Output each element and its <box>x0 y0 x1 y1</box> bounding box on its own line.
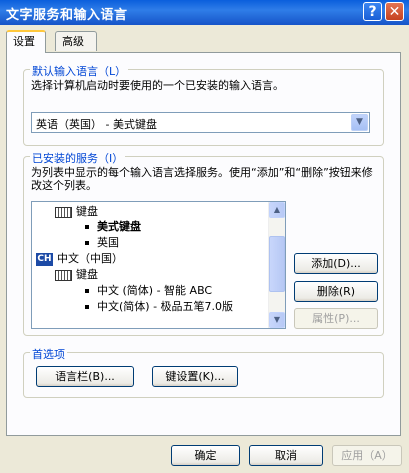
tree-language-chinese[interactable]: CH 中文（中国） <box>36 252 123 266</box>
help-button[interactable]: ? <box>363 2 382 21</box>
default-language-description: 选择计算机启动时要使用的一个已安装的输入语言。 <box>31 79 284 92</box>
keyboard-icon <box>55 269 72 281</box>
default-language-group: 默认输入语言（L） 选择计算机启动时要使用的一个已安装的输入语言。 英语（英国）… <box>23 63 384 146</box>
default-language-title: 默认输入语言（L） <box>30 63 129 79</box>
tree-item-us-keyboard[interactable]: 美式键盘 <box>85 220 141 234</box>
tree-category-keyboard-cn[interactable]: 键盘 <box>55 268 98 282</box>
installed-services-group: 已安装的服务（I） 为列表中显示的每个输入语言选择服务。使用“添加”和“删除”按… <box>23 150 384 336</box>
services-tree[interactable]: 键盘 美式键盘 英国 CH 中文（中国） 键盘 中文 (简体) - 智能 ABC … <box>31 201 286 329</box>
tab-advanced[interactable]: 高级 <box>55 31 97 51</box>
tree-item-uk[interactable]: 英国 <box>85 236 119 250</box>
bullet-icon <box>85 289 89 293</box>
close-button[interactable]: ✕ <box>385 2 404 21</box>
scroll-thumb[interactable] <box>269 236 285 292</box>
bullet-icon <box>85 241 89 245</box>
tab-settings[interactable]: 设置 <box>6 30 46 53</box>
preferences-group: 首选项 语言栏(B)... 键设置(K)... <box>23 346 384 398</box>
scroll-up-icon[interactable]: ▲ <box>269 202 285 218</box>
installed-services-description: 为列表中显示的每个输入语言选择服务。使用“添加”和“删除”按钮来修改这个列表。 <box>31 166 373 192</box>
settings-panel: 默认输入语言（L） 选择计算机启动时要使用的一个已安装的输入语言。 英语（英国）… <box>6 52 401 436</box>
installed-services-title: 已安装的服务（I） <box>30 150 126 166</box>
tree-item-abc[interactable]: 中文 (简体) - 智能 ABC <box>85 284 212 298</box>
properties-button[interactable]: 属性(P)... <box>294 308 378 329</box>
scroll-down-icon[interactable]: ▼ <box>269 312 285 328</box>
remove-button[interactable]: 删除(R) <box>294 281 378 302</box>
add-button[interactable]: 添加(D)... <box>294 253 378 274</box>
default-language-select[interactable]: 英语（英国） - 美式键盘 ▼ <box>31 112 370 133</box>
tree-category-keyboard[interactable]: 键盘 <box>55 205 98 219</box>
apply-button[interactable]: 应用（A） <box>332 445 402 466</box>
language-bar-button[interactable]: 语言栏(B)... <box>36 366 134 387</box>
language-ch-icon: CH <box>36 252 53 266</box>
default-language-value: 英语（英国） - 美式键盘 <box>36 118 157 131</box>
tree-scrollbar[interactable]: ▲ ▼ <box>268 202 285 328</box>
window-title: 文字服务和输入语言 <box>6 8 128 23</box>
bullet-icon <box>85 225 89 229</box>
key-settings-button[interactable]: 键设置(K)... <box>152 366 238 387</box>
cancel-button[interactable]: 取消 <box>249 445 323 466</box>
title-bar: 文字服务和输入语言 ? ✕ <box>0 0 409 25</box>
chevron-down-icon[interactable]: ▼ <box>351 114 368 131</box>
tree-item-wubi[interactable]: 中文(简体) - 极品五笔7.0版 <box>85 300 233 314</box>
bullet-icon <box>85 305 89 309</box>
preferences-title: 首选项 <box>30 346 67 362</box>
keyboard-icon <box>55 206 72 218</box>
ok-button[interactable]: 确定 <box>171 445 240 466</box>
